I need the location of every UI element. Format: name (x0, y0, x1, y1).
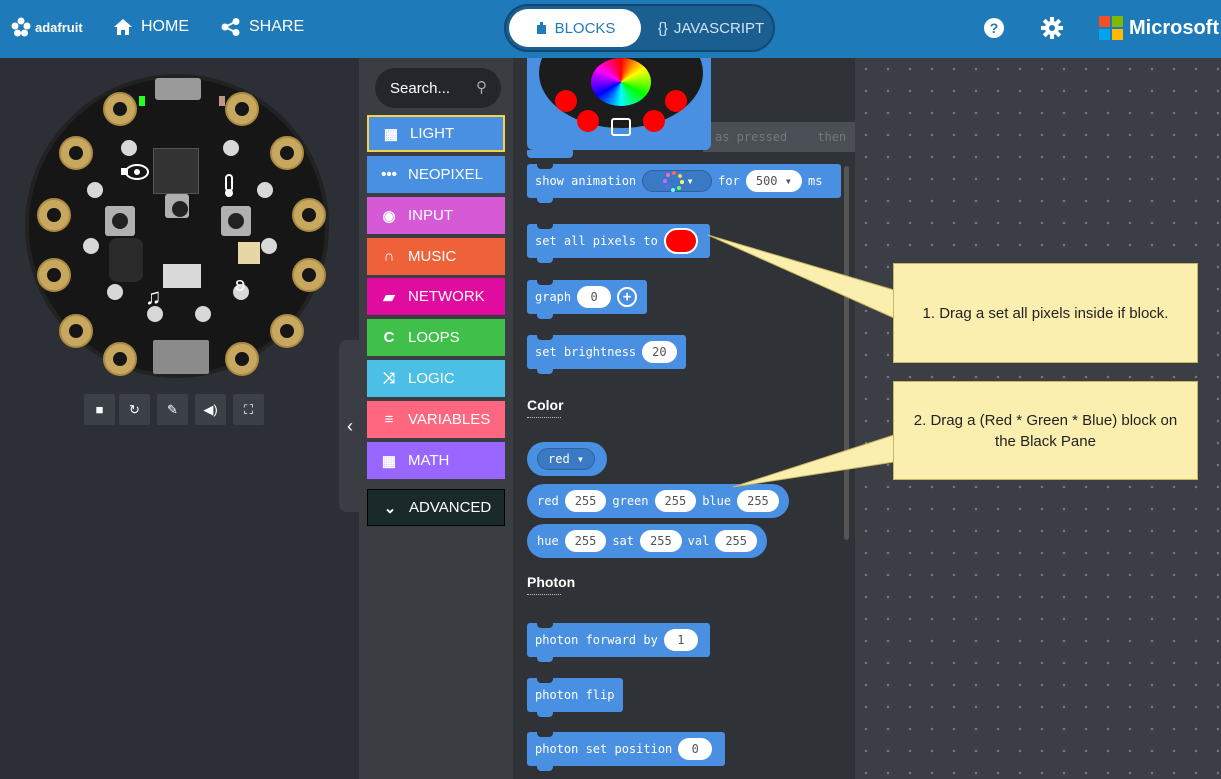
callout-text: 1. Drag a set all pixels inside if block… (922, 304, 1169, 322)
callout-one-pointer (707, 234, 895, 319)
callout-two-pointer (732, 434, 895, 488)
callout-step-two: 2. Drag a (Red * Green * Blue) block on … (893, 381, 1198, 480)
callout-step-one: 1. Drag a set all pixels inside if block… (893, 263, 1198, 363)
callout-text: 2. Drag a (Red * Green * Blue) block on … (913, 411, 1178, 450)
